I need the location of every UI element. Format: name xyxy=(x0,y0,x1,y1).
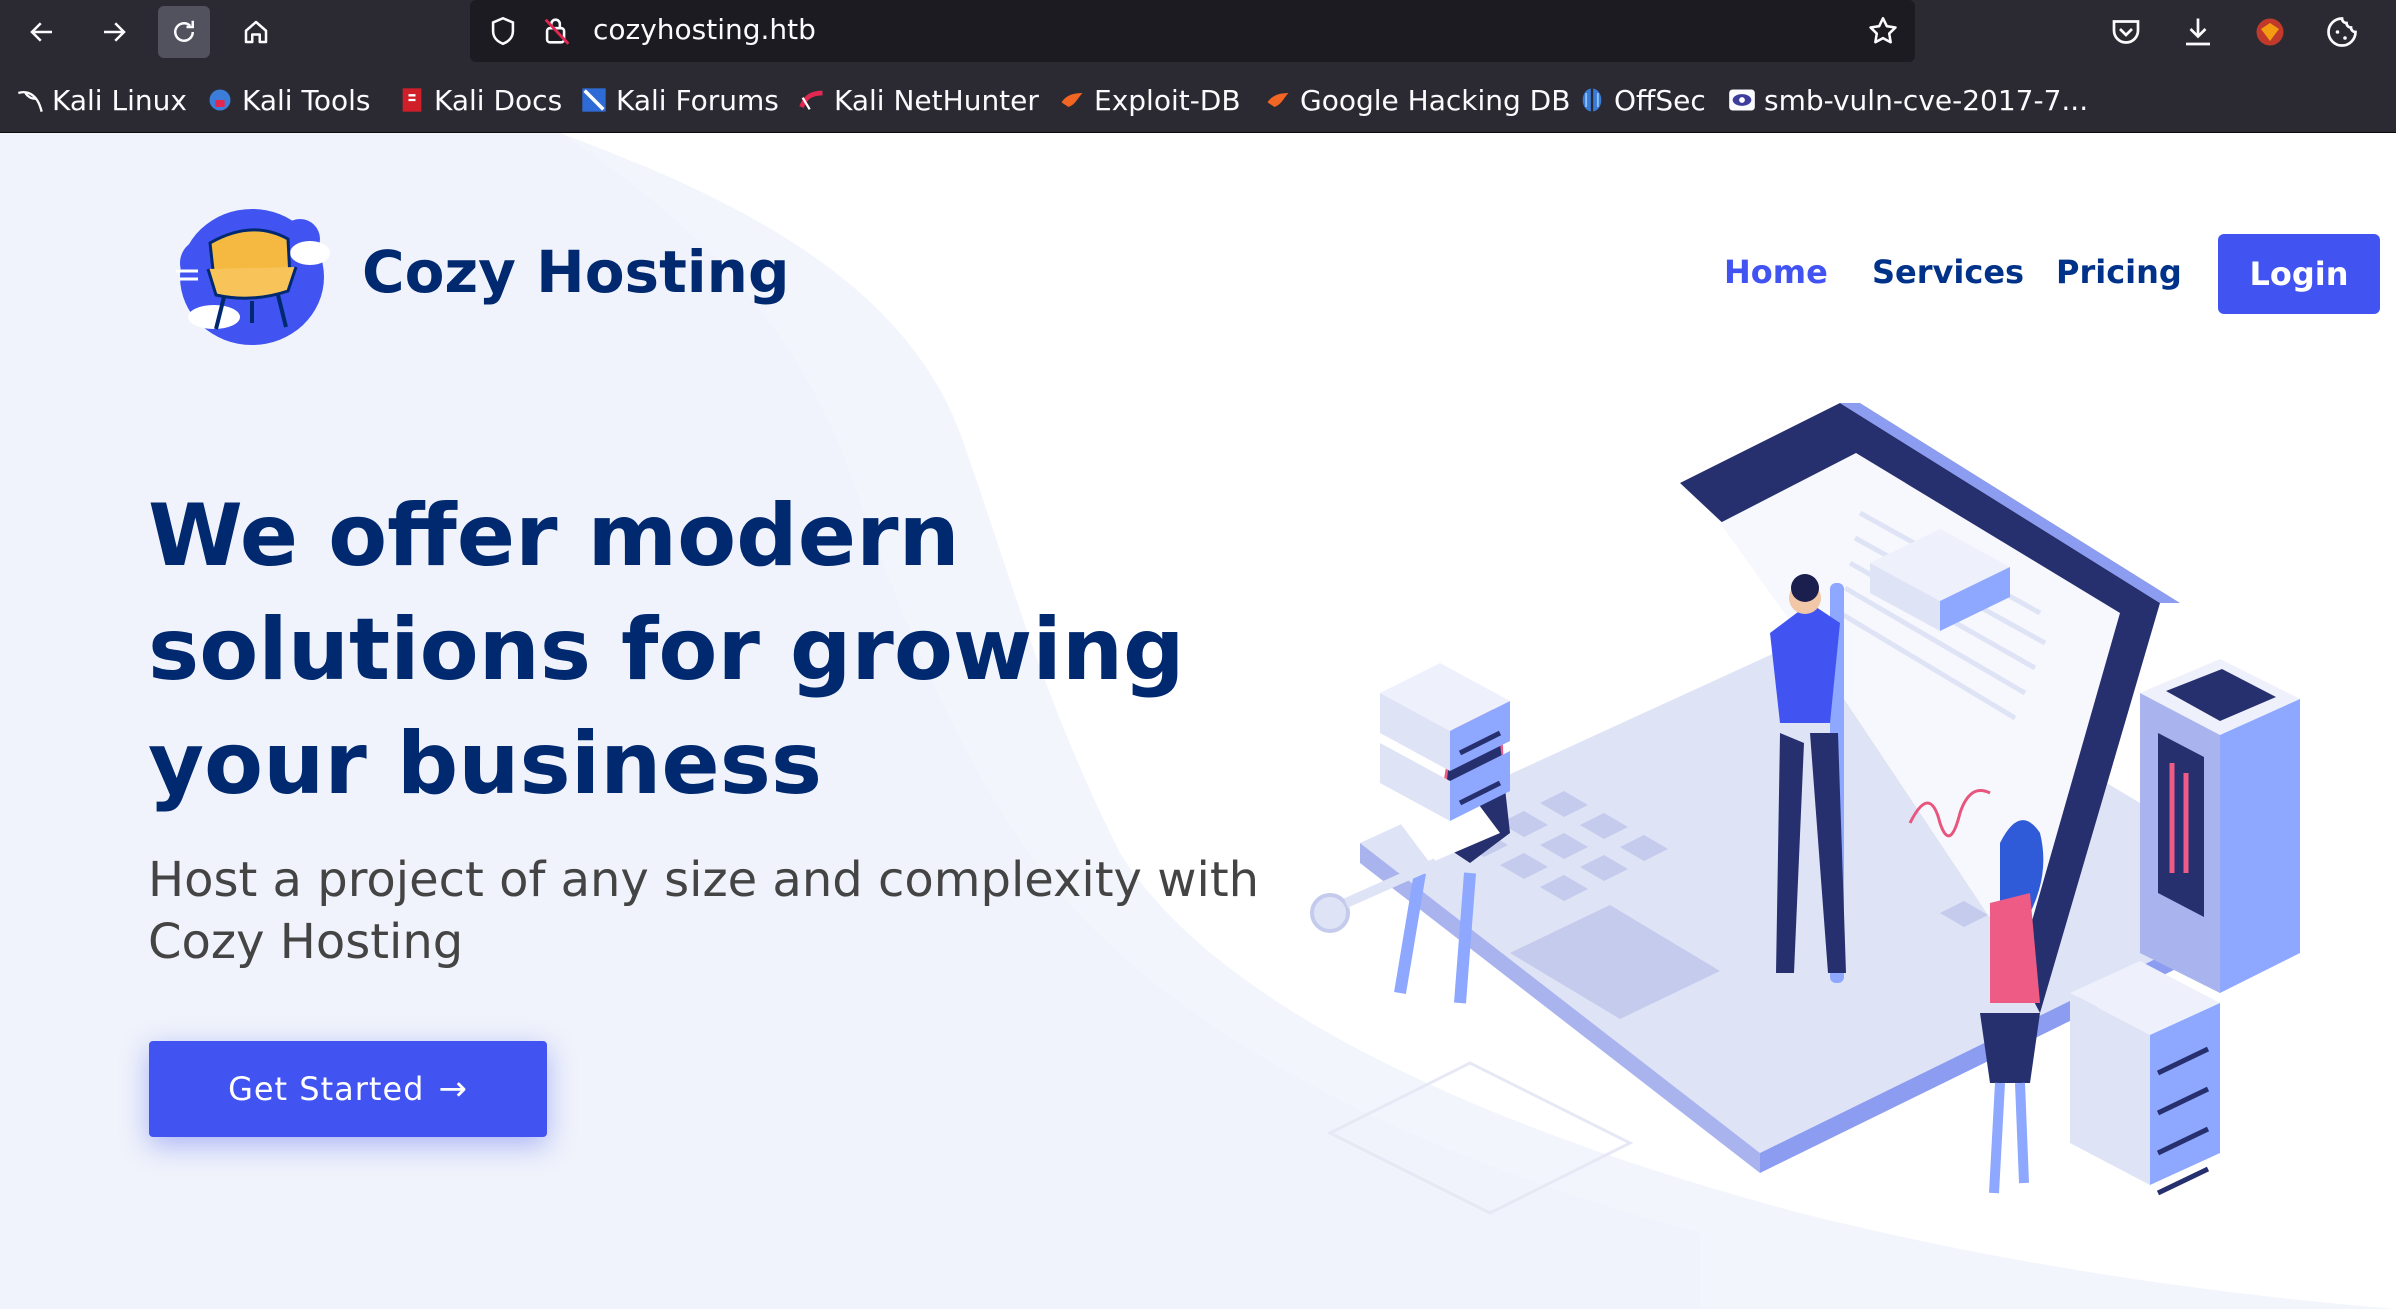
back-button[interactable] xyxy=(16,6,68,58)
address-bar[interactable]: cozyhosting.htb xyxy=(470,0,1915,62)
url-text[interactable]: cozyhosting.htb xyxy=(593,13,816,47)
bookmark-label: Kali Tools xyxy=(242,83,371,117)
bookmark-kali-tools[interactable]: Kali Tools xyxy=(206,82,370,118)
bookmark-smb-vuln[interactable]: smb-vuln-cve-2017-7... xyxy=(1728,82,2088,118)
brand-name[interactable]: Cozy Hosting xyxy=(362,238,790,306)
bookmark-label: Exploit-DB xyxy=(1094,83,1241,117)
bookmark-label: Kali Forums xyxy=(616,83,779,117)
reload-button[interactable] xyxy=(158,6,210,58)
pocket-icon[interactable] xyxy=(2108,14,2144,50)
arrow-right-icon: → xyxy=(438,1069,468,1109)
offsec-icon xyxy=(1582,88,1602,112)
kali-tools-icon xyxy=(209,89,231,111)
bookmarks-bar: Kali Linux Kali Tools Kali Docs Kali For… xyxy=(0,64,2396,133)
login-button[interactable]: Login xyxy=(2218,234,2380,314)
back-arrow-icon xyxy=(30,22,52,42)
hero-illustration xyxy=(1310,403,2300,1215)
bookmark-exploit-db[interactable]: Exploit-DB xyxy=(1058,82,1241,118)
bookmark-star-icon[interactable] xyxy=(1866,14,1900,48)
exploit-db-icon xyxy=(1061,93,1083,107)
forward-button[interactable] xyxy=(88,6,140,58)
reload-icon xyxy=(174,20,194,42)
cookie-icon[interactable] xyxy=(2324,14,2360,50)
brand[interactable] xyxy=(160,199,340,349)
home-button[interactable] xyxy=(230,6,282,58)
hero-title: We offer modern solutions for growing yo… xyxy=(148,486,1185,814)
bookmark-label: Kali Docs xyxy=(434,83,563,117)
ghdb-icon xyxy=(1267,93,1289,107)
bookmark-label: OffSec xyxy=(1614,83,1706,117)
get-started-label: Get Started xyxy=(228,1070,425,1108)
nav-home[interactable]: Home xyxy=(1724,253,1828,291)
hero-subtitle: Host a project of any size and complexit… xyxy=(148,852,1260,970)
kali-nethunter-icon xyxy=(799,90,823,110)
forward-arrow-icon xyxy=(104,22,126,42)
extension-avatar-icon[interactable] xyxy=(2252,14,2288,50)
get-started-button[interactable]: Get Started → xyxy=(149,1041,547,1137)
shield-icon[interactable] xyxy=(486,14,520,48)
insecure-lock-icon[interactable] xyxy=(540,14,574,48)
bookmark-google-hacking-db[interactable]: Google Hacking DB xyxy=(1264,82,1570,118)
bookmark-label: Kali NetHunter xyxy=(834,83,1039,117)
kali-forums-icon xyxy=(582,88,606,112)
bookmark-offsec[interactable]: OffSec xyxy=(1578,82,1706,118)
bookmark-label: smb-vuln-cve-2017-7... xyxy=(1764,83,2089,117)
bookmark-kali-forums[interactable]: Kali Forums xyxy=(580,82,779,118)
home-icon xyxy=(244,20,268,44)
nav-services[interactable]: Services xyxy=(1872,253,2024,291)
kali-dragon-icon xyxy=(17,90,43,112)
cozy-chair-logo-icon xyxy=(176,209,330,345)
bookmark-kali-nethunter[interactable]: Kali NetHunter xyxy=(798,82,1039,118)
kali-docs-icon xyxy=(402,88,422,112)
download-icon[interactable] xyxy=(2180,14,2216,50)
bookmark-label: Google Hacking DB xyxy=(1300,83,1571,117)
bookmark-label: Kali Linux xyxy=(52,83,187,117)
web-page: Cozy Hosting Home Services Pricing Login… xyxy=(0,133,2396,1309)
bookmark-kali-linux[interactable]: Kali Linux xyxy=(16,82,187,118)
bookmark-kali-docs[interactable]: Kali Docs xyxy=(398,82,562,118)
eye-icon xyxy=(1729,89,1755,111)
browser-toolbar: cozyhosting.htb xyxy=(0,0,2396,64)
nav-pricing[interactable]: Pricing xyxy=(2056,253,2182,291)
